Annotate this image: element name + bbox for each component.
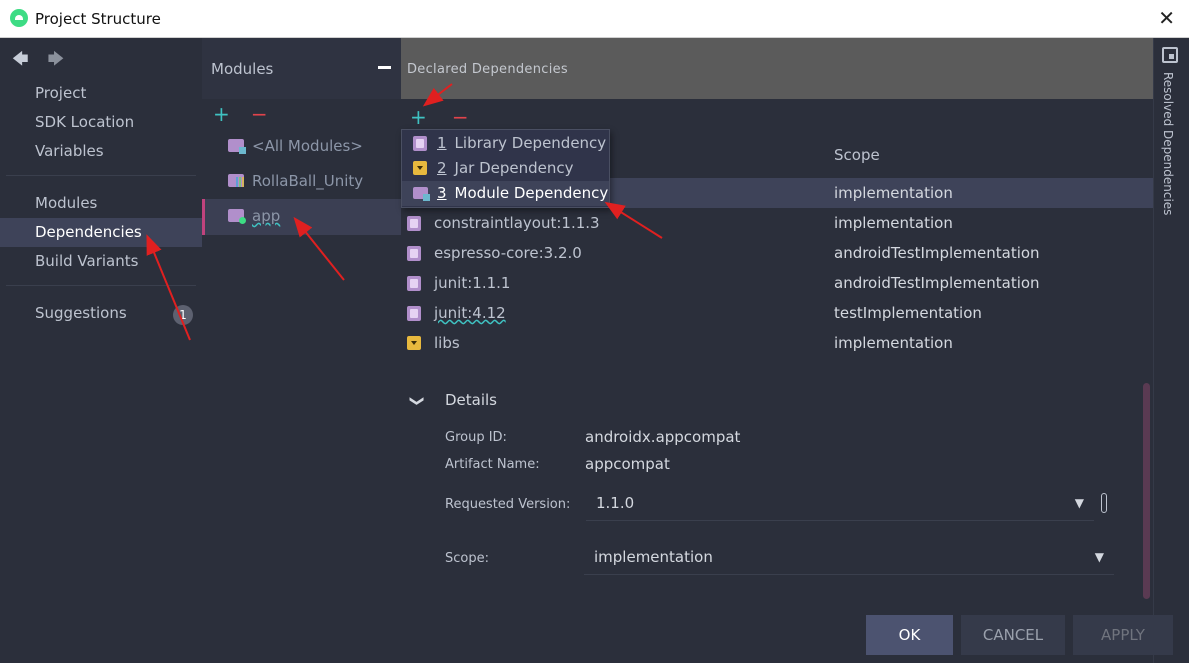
menu-mnemonic: 2 — [437, 159, 447, 177]
android-module-icon — [228, 209, 246, 224]
close-icon[interactable]: ✕ — [1158, 6, 1175, 30]
forward-arrow-icon[interactable]: 🡆 — [48, 49, 65, 68]
dependency-name: constraintlayout:1.1.3 — [434, 214, 600, 232]
cancel-button[interactable]: CANCEL — [961, 615, 1065, 655]
requested-version-combo[interactable]: 1.1.0 ▼ — [586, 487, 1094, 521]
left-navigation: 🡄 🡆 Project SDK Location Variables Modul… — [0, 38, 202, 663]
dependency-name: espresso-core:3.2.0 — [434, 244, 582, 262]
menu-item-jar-dependency[interactable]: 2 Jar Dependency — [402, 156, 609, 181]
scope-label: Scope: — [445, 551, 489, 566]
dependency-row[interactable]: junit:4.12 testImplementation — [401, 298, 1153, 328]
add-dependency-popup-menu: 1 Library Dependency 2 Jar Dependency 3 Mod… — [401, 129, 610, 208]
module-item-app[interactable]: app — [202, 199, 401, 235]
nav-item-dependencies[interactable]: Dependencies — [0, 218, 202, 247]
nav-item-sdk-location[interactable]: SDK Location — [0, 108, 202, 137]
dependency-name: libs — [434, 334, 460, 352]
all-modules-icon — [228, 139, 246, 154]
jar-icon — [407, 336, 421, 350]
android-studio-icon — [10, 9, 28, 27]
menu-item-label: Library Dependency — [454, 134, 607, 152]
details-title: Details — [445, 391, 498, 409]
dependencies-toolbar: + − — [410, 105, 489, 129]
dropdown-arrow-icon: ▼ — [1094, 550, 1104, 564]
title-bar: Project Structure ✕ — [0, 0, 1189, 38]
group-id-value: androidx.appcompat — [585, 428, 741, 446]
module-label: app — [252, 207, 281, 225]
declared-dependencies-header: Declared Dependencies — [401, 38, 1153, 99]
group-id-label: Group ID: — [445, 430, 507, 445]
suggestions-count-badge: 1 — [173, 305, 193, 325]
dependency-row[interactable]: espresso-core:3.2.0 androidTestImplement… — [401, 238, 1153, 268]
dependency-row[interactable]: constraintlayout:1.1.3 implementation — [401, 208, 1153, 238]
requested-version-label: Requested Version: — [445, 497, 571, 512]
dependency-name: junit:4.12 — [434, 304, 506, 322]
library-icon — [407, 246, 421, 261]
artifact-name-value: appcompat — [585, 455, 670, 473]
menu-item-label: Module Dependency — [454, 184, 609, 202]
declared-dependencies-title: Declared Dependencies — [407, 62, 568, 77]
remove-dependency-button[interactable]: − — [452, 105, 469, 129]
version-info-icon[interactable] — [1101, 493, 1107, 513]
dependency-scope: implementation — [834, 214, 953, 232]
nav-divider — [6, 285, 196, 286]
ok-button[interactable]: OK — [866, 615, 953, 655]
dependency-scope: implementation — [834, 334, 953, 352]
library-icon — [407, 276, 421, 291]
menu-mnemonic: 1 — [437, 134, 447, 152]
add-dependency-button[interactable]: + — [410, 105, 427, 129]
project-module-icon — [228, 174, 244, 187]
module-item-all-modules[interactable]: <All Modules> — [202, 129, 401, 165]
details-collapse-chevron-icon[interactable]: ❯ — [409, 395, 425, 407]
modules-toolbar: + − — [213, 102, 284, 126]
dependency-scope: androidTestImplementation — [834, 244, 1040, 262]
module-icon — [413, 187, 430, 201]
menu-item-module-dependency[interactable]: 3 Module Dependency — [402, 181, 609, 206]
nav-item-project[interactable]: Project — [0, 79, 202, 108]
library-icon — [407, 216, 421, 231]
dependency-scope: implementation — [834, 184, 953, 202]
menu-item-library-dependency[interactable]: 1 Library Dependency — [402, 131, 609, 156]
module-item-rollaball-unity[interactable]: RollaBall_Unity — [202, 164, 401, 200]
scope-column-header[interactable]: Scope — [834, 146, 880, 164]
library-icon — [413, 136, 427, 151]
remove-module-button[interactable]: − — [251, 102, 268, 126]
details-scrollbar[interactable] — [1143, 383, 1150, 599]
nav-item-build-variants[interactable]: Build Variants — [0, 247, 202, 276]
window-title: Project Structure — [35, 10, 161, 28]
artifact-name-label: Artifact Name: — [445, 457, 540, 472]
dependency-name: junit:1.1.1 — [434, 274, 511, 292]
add-module-button[interactable]: + — [213, 102, 230, 126]
requested-version-value: 1.1.0 — [596, 494, 635, 512]
back-arrow-icon[interactable]: 🡄 — [12, 49, 29, 68]
collapse-modules-button[interactable] — [378, 66, 391, 69]
nav-divider — [6, 175, 196, 176]
scope-combo[interactable]: implementation ▼ — [584, 541, 1114, 575]
module-label: <All Modules> — [252, 137, 363, 155]
history-arrows: 🡄 🡆 — [12, 48, 78, 75]
dependency-row[interactable]: junit:1.1.1 androidTestImplementation — [401, 268, 1153, 298]
module-label: RollaBall_Unity — [252, 172, 364, 190]
modules-panel: Modules + − <All Modules> RollaBall_Unit… — [202, 38, 401, 663]
nav-item-variables[interactable]: Variables — [0, 137, 202, 166]
resolved-dependencies-icon[interactable] — [1162, 47, 1178, 63]
nav-item-suggestions[interactable]: Suggestions — [0, 299, 202, 328]
dropdown-arrow-icon: ▼ — [1074, 496, 1084, 510]
dependency-scope: testImplementation — [834, 304, 982, 322]
scope-value: implementation — [594, 548, 713, 566]
nav-item-modules[interactable]: Modules — [0, 189, 202, 218]
menu-item-label: Jar Dependency — [454, 159, 574, 177]
dependency-row[interactable]: libs implementation — [401, 328, 1153, 358]
apply-button[interactable]: APPLY — [1073, 615, 1173, 655]
resolved-dependencies-tab[interactable]: Resolved Dependencies — [1161, 72, 1175, 215]
library-icon — [407, 306, 421, 321]
menu-mnemonic: 3 — [437, 184, 447, 202]
modules-header: Modules — [202, 38, 401, 99]
right-tool-strip: Resolved Dependencies — [1153, 38, 1189, 663]
jar-icon — [413, 161, 427, 175]
modules-title: Modules — [211, 60, 274, 78]
dependency-scope: androidTestImplementation — [834, 274, 1040, 292]
